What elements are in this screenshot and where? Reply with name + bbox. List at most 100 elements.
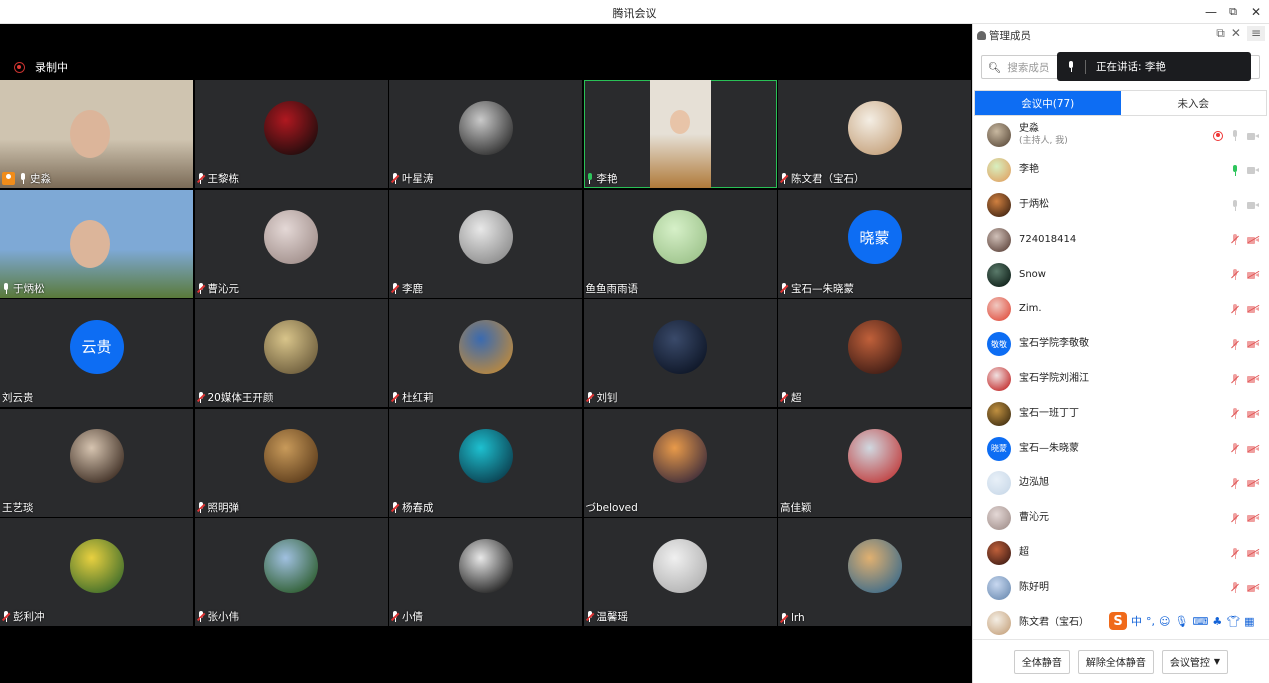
restore-button[interactable]: ⧉ [1222,3,1244,21]
camera-off-icon[interactable] [1247,444,1260,453]
participant-tile[interactable]: 李艳 [583,80,777,188]
member-status [1231,199,1259,211]
participant-name-tag: 彭利冲 [1,609,45,624]
mic-muted-icon[interactable] [1231,234,1239,246]
member-row[interactable]: Snow [973,257,1269,292]
host-icon [2,172,15,185]
member-row[interactable]: 晓蒙 宝石—朱晓蒙 [973,431,1269,466]
unmute-all-button[interactable]: 解除全体静音 [1077,649,1154,674]
close-button[interactable]: ✕ [1245,3,1267,21]
mic-muted-icon [779,392,789,403]
participant-tile[interactable]: 王艺琰 [0,408,193,517]
camera-off-icon[interactable] [1247,340,1260,349]
participant-name: 陈文君（宝石） [791,173,865,185]
avatar: 晓蒙 [847,210,902,265]
mic-muted-icon[interactable] [1231,512,1239,524]
tab-not-joined[interactable]: 未入会 [1121,91,1267,115]
participant-name-tag: lrh [779,612,805,624]
member-row[interactable]: 于炳松 [973,188,1269,223]
participant-tile[interactable]: 高佳颖 [778,408,971,517]
mic-icon[interactable] [1231,130,1239,141]
participant-tile[interactable]: 刘钊 [583,299,777,407]
grid-icon[interactable]: ▦ [1244,615,1254,628]
participant-tile[interactable]: 鱼鱼雨雨语 [583,189,777,298]
member-row[interactable]: 宝石学院刘湘江 [973,362,1269,397]
member-row[interactable]: 724018414 [973,222,1269,257]
mic-muted-icon[interactable] [1231,269,1239,281]
participant-name: 叶星涛 [402,173,434,185]
participant-tile[interactable]: 史淼 [0,80,193,188]
member-row[interactable]: 超 [973,536,1269,571]
mic-muted-icon[interactable] [1231,443,1239,455]
search-placeholder: 搜索成员 [1007,61,1050,74]
member-row[interactable]: 史淼 (主持人, 我) [973,118,1269,153]
menu-icon[interactable]: ≡ [1246,26,1265,41]
participant-tile[interactable]: 李鹿 [389,189,582,298]
participant-tile[interactable]: 王黎栋 [194,80,388,188]
member-row[interactable]: 宝石一班丁丁 [973,396,1269,431]
participant-tile[interactable]: lrh [778,518,971,626]
minimize-button[interactable]: — [1200,3,1222,21]
participant-tile[interactable]: 小倩 [389,518,582,626]
ime-lang[interactable]: 中 [1131,613,1142,629]
member-row[interactable]: 敬敬 宝石学院李敬敬 [973,327,1269,362]
mic-muted-icon[interactable] [1231,477,1239,489]
participant-tile[interactable]: 陈文君（宝石） [778,80,971,188]
voice-icon[interactable]: 🎙︎ [1174,615,1188,628]
camera-off-icon[interactable] [1247,479,1260,488]
mic-muted-icon[interactable] [1231,582,1239,594]
member-row[interactable]: 李艳 [973,153,1269,188]
camera-off-icon[interactable] [1247,409,1260,418]
shirt-icon[interactable]: 👕︎ [1226,615,1240,628]
camera-icon[interactable] [1247,166,1259,175]
tab-in-meeting[interactable]: 会议中(77) [975,91,1121,115]
camera-off-icon[interactable] [1247,374,1260,384]
member-row[interactable]: 曹沁元 [973,501,1269,536]
member-row[interactable]: Zim. [973,292,1269,327]
panel-close-icon[interactable]: ✕ [1231,26,1241,41]
keyboard-icon[interactable]: ⌨ [1192,615,1208,628]
camera-off-icon[interactable] [1247,548,1260,558]
mic-muted-icon[interactable] [1231,338,1239,350]
participant-tile[interactable]: 20媒体王开颜 [194,299,388,407]
participant-tile[interactable]: 于炳松 [0,189,193,298]
mic-muted-icon[interactable] [1231,303,1239,315]
camera-off-icon[interactable] [1247,514,1260,523]
mic-muted-icon [585,611,594,622]
participant-tile[interactable]: 杨春成 [389,408,582,517]
mic-muted-icon[interactable] [1231,547,1239,559]
participant-tile[interactable]: 叶星涛 [389,80,582,188]
punct-icon[interactable]: °, [1146,615,1155,628]
camera-icon[interactable] [1247,132,1259,140]
participant-tile[interactable]: 彭利冲 [0,518,193,626]
participant-tile[interactable]: 超 [778,299,971,407]
participant-tile[interactable]: づbeloved [583,408,777,517]
camera-icon[interactable] [1247,201,1259,210]
mic-muted-icon[interactable] [1231,373,1239,385]
participant-tile[interactable]: 晓蒙 宝石—朱晓蒙 [778,189,971,298]
skin-icon[interactable]: ♣ [1212,615,1222,628]
mic-muted-icon [390,501,400,513]
member-row[interactable]: 边泓旭 [973,466,1269,501]
camera-off-icon[interactable] [1247,235,1260,244]
mic-icon[interactable] [1231,164,1239,176]
avatar [987,158,1011,183]
camera-off-icon[interactable] [1247,305,1260,314]
participant-tile[interactable]: 云贵 刘云贵 [0,299,193,407]
mute-all-button[interactable]: 全体静音 [1013,649,1070,674]
member-row[interactable]: 陈好明 [973,570,1269,605]
sogou-icon[interactable]: S [1109,612,1127,630]
camera-off-icon[interactable] [1247,270,1260,279]
camera-off-icon[interactable] [1247,583,1260,592]
mic-muted-icon[interactable] [1231,408,1239,420]
participant-tile[interactable]: 杜红莉 [389,299,582,407]
meeting-control-button[interactable]: 会议管控 ▼ [1161,649,1229,674]
participant-tile[interactable]: 曹沁元 [194,189,388,298]
participant-tile[interactable]: 张小伟 [194,518,388,626]
participant-tile[interactable]: 照明弹 [194,408,388,517]
popout-icon[interactable]: ⧉ [1216,26,1225,41]
participant-tile[interactable]: 温馨瑶 [583,518,777,626]
emoji-icon[interactable]: ☺ [1159,615,1170,628]
participant-name: 张小伟 [207,611,240,623]
mic-icon[interactable] [1231,199,1239,211]
